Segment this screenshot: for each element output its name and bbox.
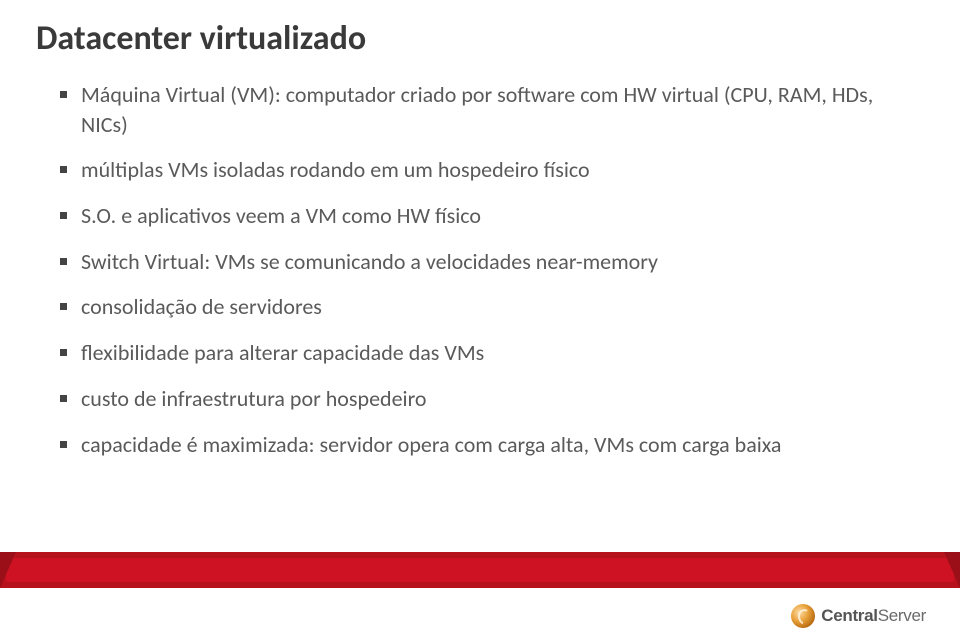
footer-band — [0, 552, 960, 588]
bullet-icon — [60, 91, 67, 98]
list-item: S.O. e aplicativos veem a VM como HW fís… — [60, 201, 900, 231]
brand-logo-bold: Central — [821, 606, 877, 625]
list-item: Switch Virtual: VMs se comunicando a vel… — [60, 247, 900, 277]
list-item-text: capacidade é maximizada: servidor opera … — [81, 430, 900, 460]
bullet-icon — [60, 258, 67, 265]
list-item: Máquina Virtual (VM): computador criado … — [60, 80, 900, 139]
bullet-icon — [60, 395, 67, 402]
list-item: custo de infraestrutura por hospedeiro — [60, 384, 900, 414]
list-item: consolidação de servidores — [60, 292, 900, 322]
list-item-text: flexibilidade para alterar capacidade da… — [81, 338, 900, 368]
list-item-text: Máquina Virtual (VM): computador criado … — [81, 80, 900, 139]
footer-corner-left — [0, 552, 16, 588]
brand-logo: CentralServer — [791, 604, 926, 628]
footer-band-inner — [6, 558, 954, 582]
list-item-text: Switch Virtual: VMs se comunicando a vel… — [81, 247, 900, 277]
footer-corner-right — [944, 552, 960, 588]
list-item: capacidade é maximizada: servidor opera … — [60, 430, 900, 460]
list-item-text: custo de infraestrutura por hospedeiro — [81, 384, 900, 414]
bullet-icon — [60, 349, 67, 356]
brand-logo-text: CentralServer — [821, 606, 926, 626]
bullet-icon — [60, 303, 67, 310]
list-item-text: consolidação de servidores — [81, 292, 900, 322]
brand-logo-light: Server — [878, 606, 926, 625]
list-item: flexibilidade para alterar capacidade da… — [60, 338, 900, 368]
bullet-icon — [60, 212, 67, 219]
bullet-icon — [60, 441, 67, 448]
list-item-text: S.O. e aplicativos veem a VM como HW fís… — [81, 201, 900, 231]
bullet-icon — [60, 166, 67, 173]
globe-icon — [791, 604, 815, 628]
bullet-list: Máquina Virtual (VM): computador criado … — [60, 80, 900, 475]
slide: Datacenter virtualizado Máquina Virtual … — [0, 0, 960, 636]
page-title: Datacenter virtualizado — [36, 18, 366, 59]
list-item-text: múltiplas VMs isoladas rodando em um hos… — [81, 155, 900, 185]
list-item: múltiplas VMs isoladas rodando em um hos… — [60, 155, 900, 185]
